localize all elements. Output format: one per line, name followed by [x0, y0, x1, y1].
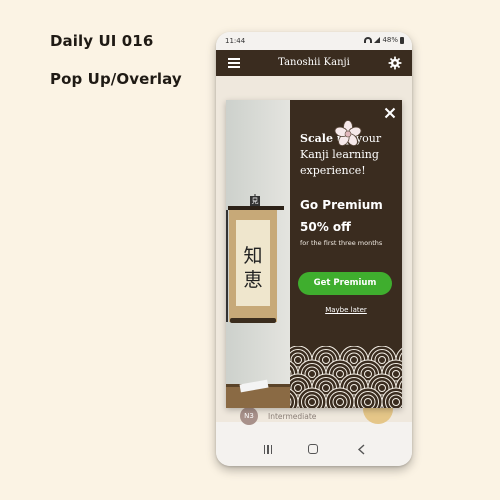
discount-amount: 50% off [300, 220, 351, 234]
signal-icon [374, 37, 381, 43]
gear-icon[interactable] [388, 56, 402, 70]
cherry-blossom-icon [334, 120, 362, 146]
app-bar: Tanoshii Kanji [216, 50, 412, 76]
wifi-icon [364, 37, 373, 43]
recents-icon[interactable] [264, 445, 272, 454]
app-title: Tanoshii Kanji [278, 57, 350, 68]
android-nav-bar [216, 433, 412, 466]
status-bar: 11:44 48% [216, 32, 412, 50]
scroll-kanji: 知恵 [243, 245, 263, 291]
home-icon[interactable] [308, 444, 318, 454]
phone-mockup: 11:44 48% Tanoshii Kanji N3 Intermediate… [216, 32, 412, 466]
seal-kanji: 見 [251, 197, 259, 205]
page-title: Daily UI 016 [50, 32, 154, 50]
page-subtitle: Pop Up/Overlay [50, 70, 182, 88]
status-time: 11:44 [225, 37, 246, 45]
maybe-later-link[interactable]: Maybe later [290, 306, 402, 314]
premium-popup: 知恵 見 Scale up your Kanji learning experi… [226, 100, 402, 408]
level-label: Intermediate [268, 412, 317, 421]
seigaiha-wave-pattern [290, 346, 402, 408]
close-icon[interactable] [384, 107, 396, 119]
discount-detail: for the first three months [300, 239, 383, 247]
scroll-photo: 知恵 見 [226, 100, 290, 408]
back-icon[interactable] [357, 444, 367, 455]
level-badge: N3 [240, 407, 258, 425]
battery-text: 48% [382, 36, 398, 44]
get-premium-button[interactable]: Get Premium [298, 272, 392, 295]
status-icons: 48% [364, 36, 404, 44]
premium-title: Go Premium [300, 198, 383, 212]
battery-icon [400, 36, 404, 44]
